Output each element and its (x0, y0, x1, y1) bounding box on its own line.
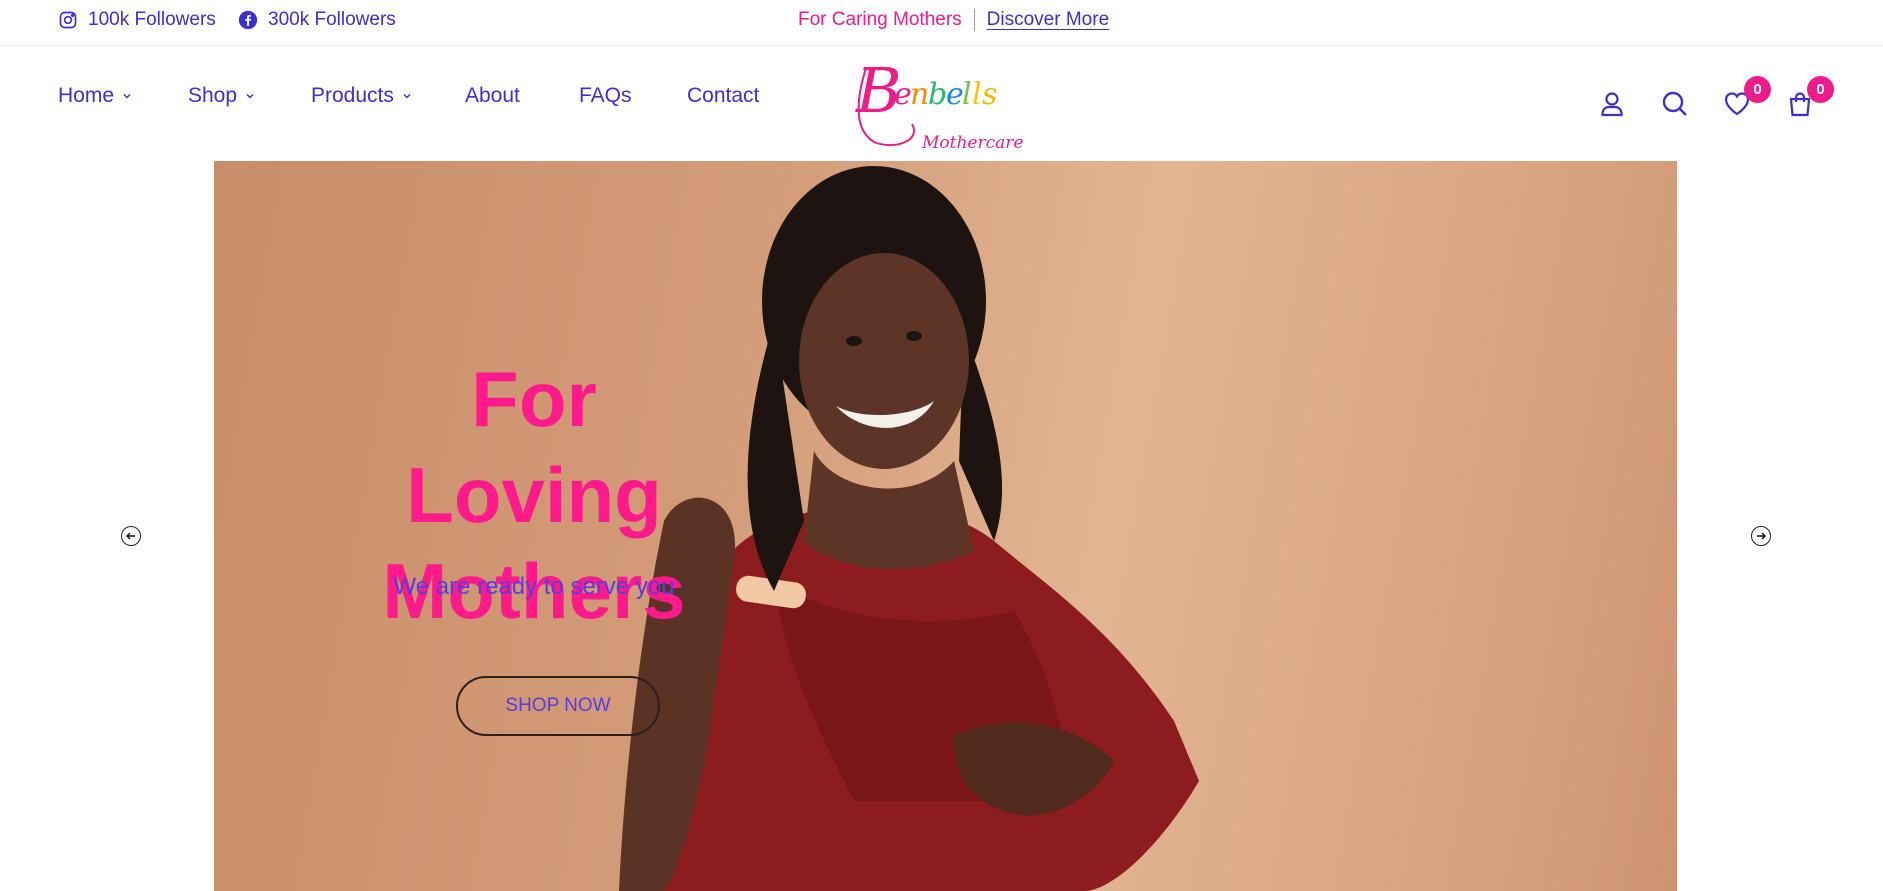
account-button[interactable] (1598, 90, 1626, 118)
facebook-followers[interactable]: 300k Followers (238, 9, 396, 31)
hero-banner: For Loving Mothers We are ready to serve… (214, 161, 1677, 891)
hero-title-line-1: For Loving (406, 355, 662, 539)
svg-text:n: n (910, 77, 929, 112)
discover-more-link[interactable]: Discover More (975, 9, 1109, 31)
arrow-right-icon (1757, 532, 1766, 540)
chevron-down-icon (246, 94, 254, 99)
hero-subtitle: We are ready to serve you (393, 573, 675, 600)
svg-text:Mothercare: Mothercare (921, 133, 1023, 153)
nav-item-faqs[interactable]: FAQs (579, 84, 687, 108)
nav-item-shop[interactable]: Shop (188, 84, 311, 108)
instagram-followers-label: 100k Followers (88, 9, 216, 30)
instagram-icon (59, 11, 77, 29)
chevron-down-icon (403, 94, 411, 99)
wishlist-count-badge: 0 (1744, 76, 1771, 103)
carousel-prev-button[interactable] (121, 526, 141, 546)
search-icon (1662, 91, 1687, 116)
shop-now-button[interactable]: SHOP NOW (456, 676, 660, 736)
nav-item-label: FAQs (579, 84, 632, 107)
svg-text:b: b (928, 77, 947, 112)
wishlist-button[interactable]: 0 (1723, 76, 1771, 118)
arrow-left-icon (126, 532, 135, 540)
top-bar: 100k Followers 300k Followers For Caring… (0, 0, 1883, 46)
instagram-followers[interactable]: 100k Followers (58, 9, 216, 31)
nav-item-about[interactable]: About (465, 84, 579, 108)
nav-item-products[interactable]: Products (311, 84, 465, 108)
cart-button[interactable]: 0 (1786, 76, 1834, 118)
chevron-down-icon (123, 94, 131, 99)
brand-logo[interactable]: B e n b e l l s Mothercare (852, 50, 1034, 158)
user-icon (1601, 92, 1623, 117)
nav-item-home[interactable]: Home (58, 84, 188, 108)
nav-item-contact[interactable]: Contact (687, 84, 759, 108)
nav-item-label: About (465, 84, 520, 107)
main-nav: Home Shop Products About FAQs Contact (58, 84, 759, 108)
svg-text:l: l (972, 77, 982, 112)
facebook-followers-label: 300k Followers (268, 9, 396, 30)
svg-text:s: s (982, 77, 997, 112)
nav-item-label: Home (58, 84, 115, 107)
nav-item-label: Contact (687, 84, 760, 107)
search-button[interactable] (1661, 90, 1689, 118)
nav-item-label: Shop (188, 84, 238, 107)
promo-strip: For Caring Mothers Discover More (798, 9, 1109, 31)
promo-tag: For Caring Mothers (798, 9, 962, 30)
svg-text:l: l (962, 77, 972, 112)
nav-item-label: Products (311, 84, 394, 107)
cart-count-badge: 0 (1807, 76, 1834, 103)
carousel-next-button[interactable] (1751, 526, 1771, 546)
facebook-icon (238, 10, 258, 30)
